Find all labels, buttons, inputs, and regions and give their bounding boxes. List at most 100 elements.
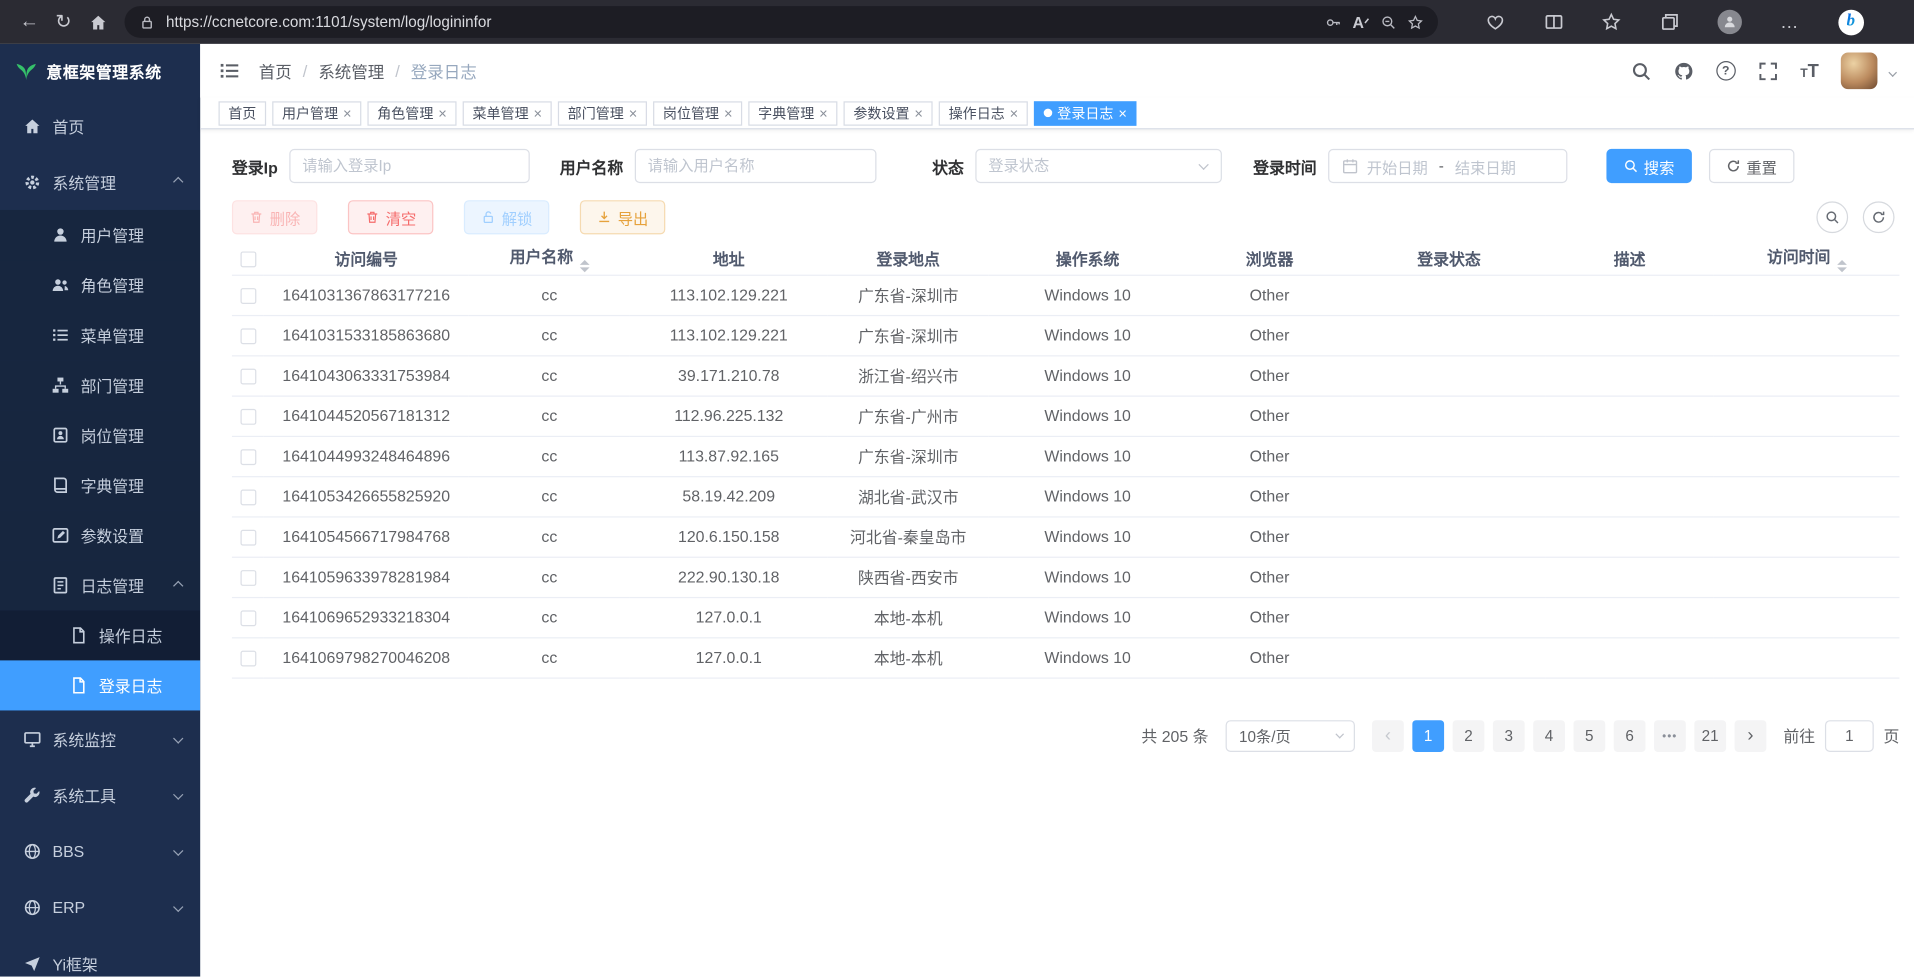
more-icon[interactable]: … [1780,12,1800,33]
sort-icon[interactable] [579,260,589,272]
col-time[interactable]: 访问时间 [1714,242,1900,275]
tab-role-mgmt[interactable]: 角色管理× [367,101,456,125]
close-icon[interactable]: × [1118,106,1127,121]
tab-menu-mgmt[interactable]: 菜单管理× [463,101,552,125]
browser-essentials-icon[interactable] [1486,12,1506,32]
sidebar-item-erp[interactable]: ERP [0,879,200,935]
table-row[interactable]: 1641031533185863680 cc 113.102.129.221 广… [232,315,1899,355]
end-date-placeholder[interactable]: 结束日期 [1455,154,1516,177]
sidebar-item-user-mgmt[interactable]: 用户管理 [0,210,200,260]
copilot-icon[interactable]: b [1838,9,1864,35]
tab-dict-mgmt[interactable]: 字典管理× [748,101,837,125]
sidebar-item-menu-mgmt[interactable]: 菜单管理 [0,310,200,360]
page-button-5[interactable]: 5 [1573,720,1605,752]
collections-icon[interactable] [1660,12,1680,32]
sidebar-item-home[interactable]: 首页 [0,98,200,154]
fontsize-icon[interactable]: TT [1800,62,1819,80]
refresh-table-button[interactable] [1863,201,1895,233]
back-icon[interactable]: ← [12,5,46,39]
favorites-bar-icon[interactable] [1602,12,1622,32]
start-date-placeholder[interactable]: 开始日期 [1367,154,1428,177]
avatar[interactable] [1841,52,1878,89]
status-select[interactable] [975,149,1222,183]
sidebar-item-operation-log[interactable]: 操作日志 [0,610,200,660]
read-aloud-icon[interactable]: Aᐟ [1353,13,1370,31]
key-icon[interactable] [1326,14,1342,30]
status-select-input[interactable] [988,157,1208,174]
sort-icon[interactable] [1837,260,1847,272]
question-icon[interactable]: ? [1716,61,1736,81]
table-row[interactable]: 1641044520567181312 cc 112.96.225.132 广东… [232,396,1899,436]
url-text[interactable]: https://ccnetcore.com:1101/system/log/lo… [166,13,1315,30]
fullscreen-icon[interactable] [1757,60,1778,81]
tab-login-log[interactable]: 登录日志× [1034,101,1137,125]
table-row[interactable]: 1641053426655825920 cc 58.19.42.209 湖北省-… [232,476,1899,516]
reset-button[interactable]: 重置 [1709,149,1794,183]
export-button[interactable]: 导出 [580,200,665,234]
select-all-checkbox[interactable] [240,251,256,267]
close-icon[interactable]: × [629,106,638,121]
row-checkbox[interactable] [240,570,256,586]
tab-post-mgmt[interactable]: 岗位管理× [653,101,742,125]
sidebar-item-dict-mgmt[interactable]: 字典管理 [0,460,200,510]
page-button-3[interactable]: 3 [1493,720,1525,752]
table-row[interactable]: 1641044993248464896 cc 113.87.92.165 广东省… [232,436,1899,476]
close-icon[interactable]: × [1010,106,1019,121]
next-page-button[interactable]: › [1735,720,1767,752]
breadcrumb-home[interactable]: 首页 [259,59,292,83]
home-icon[interactable] [81,5,115,39]
sidebar-item-dept-mgmt[interactable]: 部门管理 [0,360,200,410]
sidebar-item-param-settings[interactable]: 参数设置 [0,510,200,560]
zoom-out-icon[interactable] [1381,14,1397,30]
profile-icon[interactable] [1717,10,1741,34]
close-icon[interactable]: × [533,106,542,121]
page-button-4[interactable]: 4 [1533,720,1565,752]
prev-page-button[interactable]: ‹ [1372,720,1404,752]
tab-param-settings[interactable]: 参数设置× [844,101,933,125]
table-row[interactable]: 1641043063331753984 cc 39.171.210.78 浙江省… [232,355,1899,395]
clear-button[interactable]: 清空 [348,200,433,234]
table-row[interactable]: 1641069798270046208 cc 127.0.0.1 本地-本机 W… [232,637,1899,677]
row-checkbox[interactable] [240,369,256,385]
row-checkbox[interactable] [240,530,256,546]
row-checkbox[interactable] [240,651,256,667]
tab-home[interactable]: 首页 [219,101,267,125]
more-pages-button[interactable]: ••• [1654,720,1686,752]
date-range-picker[interactable]: 开始日期 - 结束日期 [1328,149,1567,183]
row-checkbox[interactable] [240,610,256,626]
username-input[interactable] [648,157,863,174]
close-icon[interactable]: × [819,106,828,121]
tab-user-mgmt[interactable]: 用户管理× [272,101,361,125]
row-checkbox[interactable] [240,328,256,344]
search-icon[interactable] [1631,60,1652,81]
close-icon[interactable]: × [914,106,923,121]
close-icon[interactable]: × [438,106,447,121]
col-username[interactable]: 用户名称 [469,242,630,275]
app-logo[interactable]: 意框架管理系统 [0,44,200,98]
favorite-star-icon[interactable] [1407,14,1423,30]
sidebar-item-role-mgmt[interactable]: 角色管理 [0,260,200,310]
row-checkbox[interactable] [240,449,256,465]
sidebar-item-bbs[interactable]: BBS [0,823,200,879]
delete-button[interactable]: 删除 [232,200,317,234]
search-button[interactable]: 搜索 [1606,149,1691,183]
sidebar-item-system-mgmt[interactable]: 系统管理 [0,154,200,210]
address-bar[interactable]: https://ccnetcore.com:1101/system/log/lo… [125,6,1438,38]
tab-operation-log[interactable]: 操作日志× [939,101,1028,125]
table-row[interactable]: 1641059633978281984 cc 222.90.130.18 陕西省… [232,557,1899,597]
toggle-search-button[interactable] [1816,201,1848,233]
table-row[interactable]: 1641054566717984768 cc 120.6.150.158 河北省… [232,516,1899,556]
row-checkbox[interactable] [240,490,256,506]
row-checkbox[interactable] [240,409,256,425]
page-button-1[interactable]: 1 [1412,720,1444,752]
login-ip-input[interactable] [302,157,516,174]
hamburger-icon[interactable] [219,60,241,82]
unlock-button[interactable]: 解锁 [464,200,549,234]
table-row[interactable]: 1641069652933218304 cc 127.0.0.1 本地-本机 W… [232,597,1899,637]
sidebar-item-yi-framework[interactable]: Yi框架 [0,935,200,977]
page-size-select[interactable]: 10条/页 [1226,720,1355,752]
goto-page-input[interactable] [1825,720,1874,752]
refresh-icon[interactable]: ↻ [46,5,80,39]
sidebar-item-post-mgmt[interactable]: 岗位管理 [0,410,200,460]
tab-dept-mgmt[interactable]: 部门管理× [558,101,647,125]
